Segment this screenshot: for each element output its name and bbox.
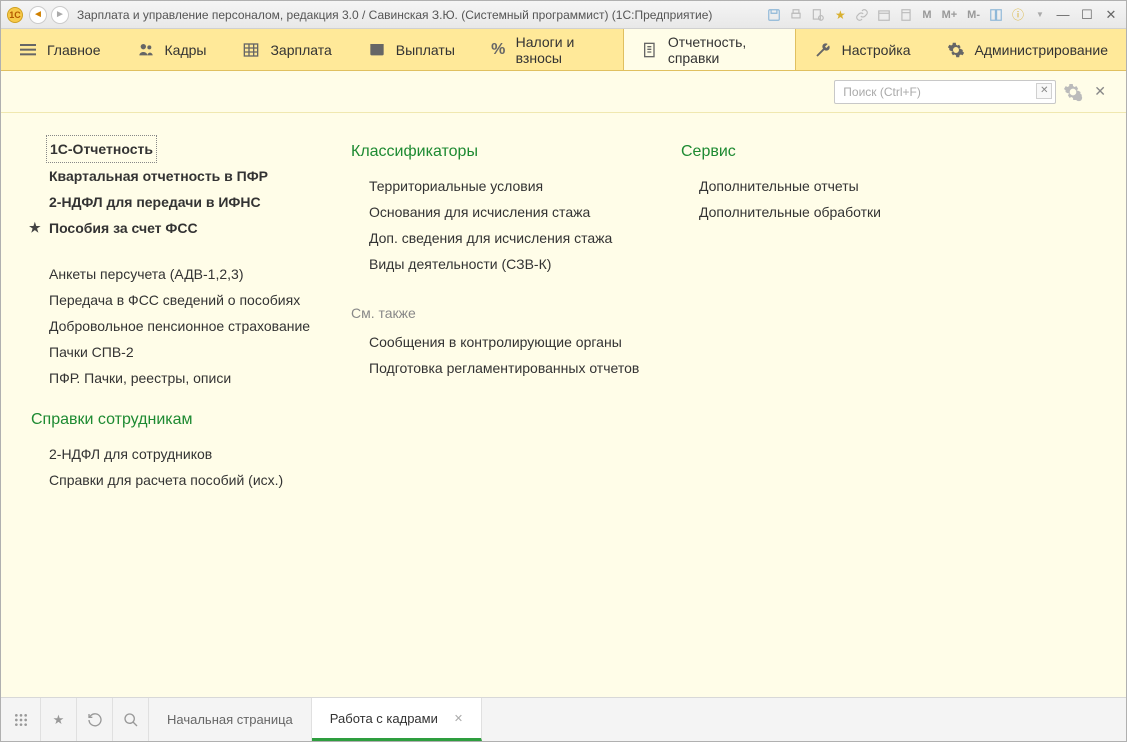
group-service: Дополнительные отчеты Дополнительные обр…	[681, 173, 981, 225]
minimize-button[interactable]: —	[1054, 7, 1072, 22]
print-icon[interactable]	[788, 7, 804, 23]
panels-icon[interactable]	[988, 7, 1004, 23]
titlebar: 1C ◄ ► Зарплата и управление персоналом,…	[1, 1, 1126, 29]
group-reporting-misc: Анкеты персучета (АДВ-1,2,3) Передача в …	[31, 261, 331, 391]
people-icon	[137, 41, 155, 59]
nav-salary[interactable]: Зарплата	[224, 29, 349, 70]
search-icon[interactable]	[113, 698, 149, 741]
maximize-button[interactable]: ☐	[1078, 7, 1096, 23]
section-classifiers: Классификаторы	[351, 143, 661, 161]
apps-grid-icon[interactable]	[1, 698, 41, 741]
nav-label: Администрирование	[975, 42, 1109, 58]
calendar-icon[interactable]	[876, 7, 892, 23]
nav-back-icon[interactable]: ◄	[29, 6, 47, 24]
link-quarterly-pfr[interactable]: Квартальная отчетность в ПФР	[31, 163, 331, 189]
link-spv2[interactable]: Пачки СПВ-2	[31, 339, 331, 365]
document-icon	[642, 41, 658, 59]
link-extra-processing[interactable]: Дополнительные обработки	[681, 199, 981, 225]
bottom-tabbar: ★ Начальная страница Работа с кадрами ✕	[1, 697, 1126, 741]
link-benefit-calc-refs[interactable]: Справки для расчета пособий (исх.)	[31, 467, 331, 493]
see-also-label: См. также	[351, 297, 661, 329]
gear-icon	[947, 41, 965, 59]
nav-label: Зарплата	[270, 42, 331, 58]
panel-close-icon[interactable]: ✕	[1090, 83, 1110, 100]
m-plus-icon[interactable]: M+	[940, 7, 960, 23]
nav-hr[interactable]: Кадры	[119, 29, 225, 70]
link-2ndfl-employees[interactable]: 2-НДФЛ для сотрудников	[31, 441, 331, 467]
nav-main[interactable]: Главное	[1, 29, 119, 70]
nav-label: Отчетность, справки	[668, 34, 777, 66]
section-service: Сервис	[681, 143, 981, 161]
tab-start-page[interactable]: Начальная страница	[149, 698, 312, 741]
m-icon[interactable]: M	[920, 7, 933, 23]
link-service-basis[interactable]: Основания для исчисления стажа	[351, 199, 661, 225]
tab-label: Работа с кадрами	[330, 711, 438, 726]
dropdown-icon[interactable]: ▼	[1032, 7, 1048, 23]
table-icon	[242, 41, 260, 59]
link-fss-benefits[interactable]: Пособия за счет ФСС	[31, 215, 331, 241]
nav-label: Налоги и взносы	[516, 34, 605, 66]
sub-toolbar: ✕ ✕	[1, 71, 1126, 113]
link-reg-reports-prep[interactable]: Подготовка регламентированных отчетов	[351, 355, 661, 381]
column-1: 1С-Отчетность Квартальная отчетность в П…	[31, 135, 331, 675]
menu-icon	[19, 41, 37, 59]
nav-payments[interactable]: Выплаты	[350, 29, 473, 70]
main-content: 1С-Отчетность Квартальная отчетность в П…	[1, 113, 1126, 697]
settings-gear-icon[interactable]	[1062, 81, 1084, 103]
wrench-icon	[814, 41, 832, 59]
link-adv-forms[interactable]: Анкеты персучета (АДВ-1,2,3)	[31, 261, 331, 287]
link-territorial[interactable]: Территориальные условия	[351, 173, 661, 199]
tab-label: Начальная страница	[167, 712, 293, 727]
wallet-icon	[368, 41, 386, 59]
group-classifiers: Территориальные условия Основания для ис…	[351, 173, 661, 277]
link-fss-transfer[interactable]: Передача в ФСС сведений о пособиях	[31, 287, 331, 313]
link-2ndfl-ifns[interactable]: 2-НДФЛ для передачи в ИФНС	[31, 189, 331, 215]
nav-settings[interactable]: Настройка	[796, 29, 929, 70]
percent-icon: %	[491, 41, 506, 59]
group-reporting-main: 1С-Отчетность Квартальная отчетность в П…	[31, 135, 331, 241]
search-box: ✕	[834, 80, 1056, 104]
save-icon[interactable]	[766, 7, 782, 23]
link-activity-szvk[interactable]: Виды деятельности (СЗВ-К)	[351, 251, 661, 277]
group-see-also: Сообщения в контролирующие органы Подгот…	[351, 329, 661, 381]
nav-label: Кадры	[165, 42, 207, 58]
group-employee-refs: 2-НДФЛ для сотрудников Справки для расче…	[31, 441, 331, 493]
link-regulator-messages[interactable]: Сообщения в контролирующие органы	[351, 329, 661, 355]
history-icon[interactable]	[77, 698, 113, 741]
calc-icon[interactable]	[898, 7, 914, 23]
link-voluntary-pension[interactable]: Добровольное пенсионное страхование	[31, 313, 331, 339]
section-employee-refs: Справки сотрудникам	[31, 411, 331, 429]
link-icon[interactable]	[854, 7, 870, 23]
nav-label: Настройка	[842, 42, 911, 58]
nav-forward-icon[interactable]: ►	[51, 6, 69, 24]
link-1c-reporting[interactable]: 1С-Отчетность	[46, 135, 157, 163]
tab-hr-work[interactable]: Работа с кадрами ✕	[312, 698, 482, 741]
favorites-star-icon[interactable]: ★	[41, 698, 77, 741]
column-3: Сервис Дополнительные отчеты Дополнитель…	[681, 135, 981, 675]
link-pfr-packs[interactable]: ПФР. Пачки, реестры, описи	[31, 365, 331, 391]
doc-search-icon[interactable]	[810, 7, 826, 23]
link-service-extra[interactable]: Доп. сведения для исчисления стажа	[351, 225, 661, 251]
nav-reports[interactable]: Отчетность, справки	[623, 29, 796, 70]
nav-admin[interactable]: Администрирование	[929, 29, 1127, 70]
link-extra-reports[interactable]: Дополнительные отчеты	[681, 173, 981, 199]
close-button[interactable]: ✕	[1102, 7, 1120, 23]
tab-close-icon[interactable]: ✕	[454, 712, 463, 725]
top-navigation: Главное Кадры Зарплата Выплаты % Налоги …	[1, 29, 1126, 71]
nav-label: Главное	[47, 42, 101, 58]
nav-taxes[interactable]: % Налоги и взносы	[473, 29, 623, 70]
star-icon[interactable]: ★	[832, 7, 848, 23]
column-2: Классификаторы Территориальные условия О…	[351, 135, 661, 675]
app-logo-icon: 1C	[7, 7, 23, 23]
window-title: Зарплата и управление персоналом, редакц…	[77, 8, 766, 22]
info-icon[interactable]: ⓘ	[1010, 7, 1026, 23]
search-clear-icon[interactable]: ✕	[1036, 83, 1052, 99]
m-minus-icon[interactable]: M-	[965, 7, 982, 23]
nav-label: Выплаты	[396, 42, 455, 58]
search-input[interactable]	[834, 80, 1056, 104]
